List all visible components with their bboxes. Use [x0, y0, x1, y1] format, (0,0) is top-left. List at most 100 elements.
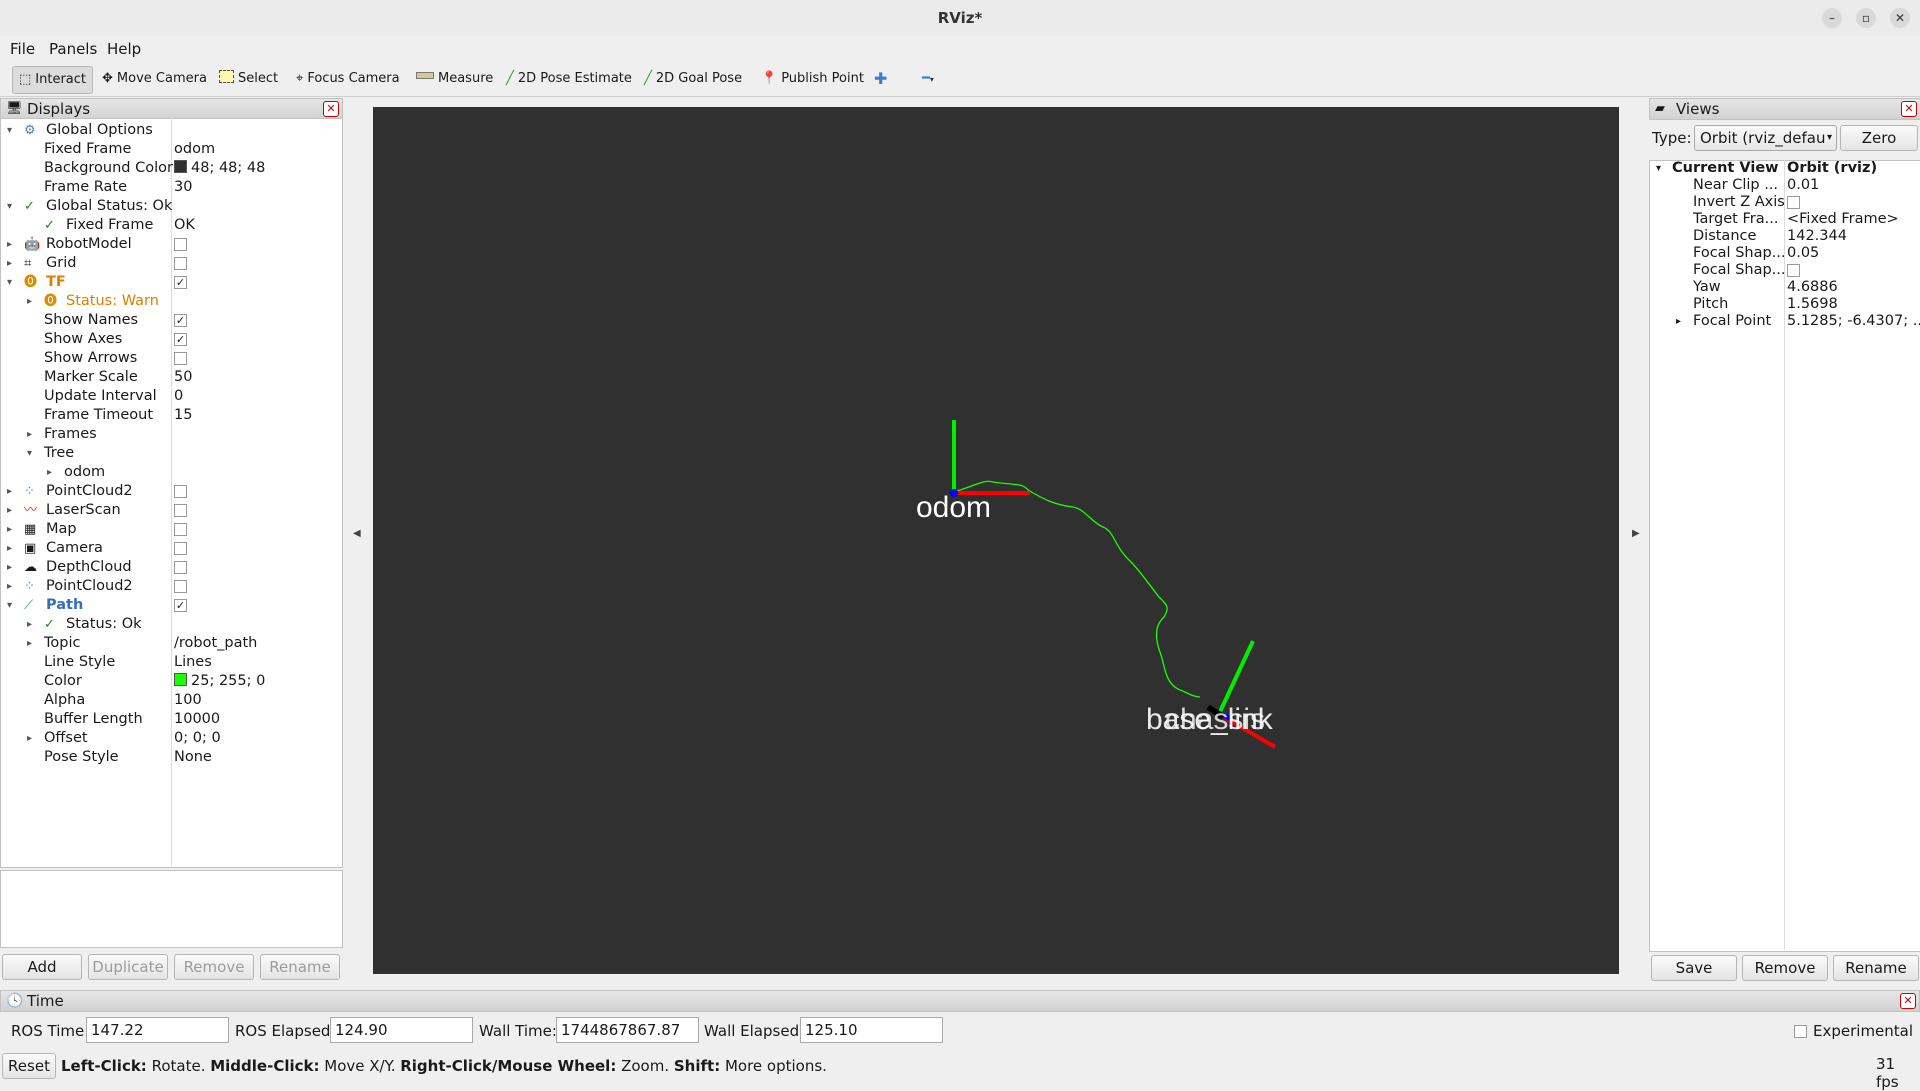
tree-row-grid[interactable]: ▸ ⌗ Grid [0, 254, 341, 273]
expand-arrow-icon[interactable]: ▸ [27, 634, 32, 653]
collapse-arrow-icon[interactable]: ▾ [27, 444, 32, 463]
minimize-button[interactable]: – [1822, 8, 1842, 28]
row-value[interactable]: 0.05 [1787, 245, 1819, 262]
maximize-button[interactable]: ▫ [1856, 8, 1876, 28]
view-type-select[interactable]: Orbit (rviz_defau ▾ [1694, 125, 1837, 151]
view-prop-row[interactable]: Distance 142.344 [1650, 228, 1918, 245]
rename-view-button[interactable]: Rename [1833, 955, 1919, 981]
collapse-arrow-icon[interactable]: ▾ [7, 273, 12, 292]
enable-checkbox[interactable]: ✓ [174, 599, 187, 612]
view-prop-row[interactable]: Target Fra... <Fixed Frame> [1650, 211, 1918, 228]
collapse-arrow-icon[interactable]: ▾ [7, 121, 12, 140]
tree-row-update-interval[interactable]: Update Interval 0 [0, 387, 341, 406]
row-value[interactable]: 1.5698 [1787, 296, 1838, 313]
current-view-row[interactable]: ▾ Current View Orbit (rviz) [1650, 160, 1918, 177]
invert-z-checkbox[interactable] [1787, 196, 1800, 209]
focal-shape-checkbox[interactable] [1787, 264, 1800, 277]
enable-checkbox[interactable] [174, 257, 187, 270]
wall-elapsed-field[interactable]: 125.10 [800, 1017, 943, 1043]
menu-panels[interactable]: Panels [49, 40, 97, 58]
tree-row-topic[interactable]: ▸ Topic /robot_path [0, 634, 341, 653]
tree-row-tf-status[interactable]: ▸ ⓿ Status: Warn [0, 292, 341, 311]
goal-pose-tool[interactable]: ╱ 2D Goal Pose [638, 66, 748, 92]
close-icon[interactable]: ✕ [1900, 993, 1916, 1009]
expand-arrow-icon[interactable]: ▸ [7, 254, 12, 273]
row-value[interactable]: 142.344 [1787, 228, 1847, 245]
row-value[interactable]: /robot_path [174, 634, 257, 653]
enable-checkbox[interactable] [174, 504, 187, 517]
view-prop-row[interactable]: Pitch 1.5698 [1650, 296, 1918, 313]
row-value[interactable]: 5.1285; -6.4307; ... [1787, 313, 1920, 330]
save-view-button[interactable]: Save [1651, 955, 1737, 981]
wall-time-field[interactable]: 1744867867.87 [556, 1017, 699, 1043]
expand-arrow-icon[interactable]: ▸ [7, 501, 12, 520]
tree-row-marker-scale[interactable]: Marker Scale 50 [0, 368, 341, 387]
row-value[interactable]: 0; 0; 0 [174, 729, 221, 748]
tree-row-depthcloud[interactable]: ▸ ☁ DepthCloud [0, 558, 341, 577]
tree-row-tree[interactable]: ▾ Tree [0, 444, 341, 463]
row-value[interactable]: odom [174, 140, 215, 159]
expand-arrow-icon[interactable]: ▸ [7, 577, 12, 596]
row-value[interactable]: Lines [174, 653, 212, 672]
close-icon[interactable]: ✕ [323, 101, 339, 117]
view-prop-row[interactable]: Focal Shap... [1650, 262, 1918, 279]
tree-row-path-status[interactable]: ▸ ✓ Status: Ok [0, 615, 341, 634]
zero-button[interactable]: Zero [1840, 125, 1918, 151]
tree-row-laserscan[interactable]: ▸ 〰 LaserScan [0, 501, 341, 520]
expand-arrow-icon[interactable]: ▸ [7, 539, 12, 558]
expand-arrow-icon[interactable]: ▸ [27, 615, 32, 634]
enable-checkbox[interactable] [174, 580, 187, 593]
tree-row-pointcloud2[interactable]: ▸ ⁘ PointCloud2 [0, 482, 341, 501]
row-value[interactable]: 10000 [174, 710, 220, 729]
tree-row-odom[interactable]: ▸ odom [0, 463, 341, 482]
expand-arrow-icon[interactable]: ▸ [1676, 313, 1681, 330]
enable-checkbox[interactable] [174, 485, 187, 498]
tree-row-path[interactable]: ▾ ⟋ Path ✓ [0, 596, 341, 615]
duplicate-display-button[interactable]: Duplicate [88, 954, 168, 980]
row-value[interactable]: 25; 255; 0 [174, 672, 265, 691]
menu-file[interactable]: File [10, 40, 35, 58]
select-tool[interactable]: Select [213, 66, 284, 92]
row-value[interactable]: 0 [174, 387, 183, 406]
tree-row-color[interactable]: Color 25; 255; 0 [0, 672, 341, 691]
row-value[interactable]: 0.01 [1787, 177, 1819, 194]
move-camera-tool[interactable]: ✥ Move Camera [96, 66, 213, 92]
tree-row-show-arrows[interactable]: Show Arrows [0, 349, 341, 368]
reset-button[interactable]: Reset [2, 1053, 56, 1079]
tree-row-pointcloud2-b[interactable]: ▸ ⁘ PointCloud2 [0, 577, 341, 596]
interact-tool[interactable]: ⬚ Interact [12, 66, 94, 94]
remove-view-button[interactable]: Remove [1742, 955, 1828, 981]
tree-row-pose-style[interactable]: Pose Style None [0, 748, 341, 767]
tree-row-fixed-frame-status[interactable]: ✓ Fixed Frame OK [0, 216, 341, 235]
enable-checkbox[interactable] [174, 238, 187, 251]
measure-tool[interactable]: Measure [410, 66, 499, 92]
tree-row-map[interactable]: ▸ ▦ Map [0, 520, 341, 539]
row-value[interactable]: 30 [174, 178, 192, 197]
tree-row-tf[interactable]: ▾ ⓿ TF ✓ [0, 273, 341, 292]
menu-help[interactable]: Help [107, 40, 141, 58]
row-value[interactable]: 15 [174, 406, 192, 425]
collapse-arrow-icon[interactable]: ▾ [1656, 160, 1661, 177]
show-axes-checkbox[interactable]: ✓ [174, 333, 187, 346]
tree-row-alpha[interactable]: Alpha 100 [0, 691, 341, 710]
row-value[interactable]: 4.6886 [1787, 279, 1838, 296]
expand-arrow-icon[interactable]: ▸ [27, 729, 32, 748]
add-display-button[interactable]: Add [2, 954, 82, 980]
tree-row-background-color[interactable]: Background Color 48; 48; 48 [0, 159, 341, 178]
tree-row-global-options[interactable]: ▾ ⚙ Global Options [0, 121, 341, 140]
ros-time-field[interactable]: 147.22 [86, 1017, 229, 1043]
tree-row-global-status[interactable]: ▾ ✓ Global Status: Ok [0, 197, 341, 216]
ros-elapsed-field[interactable]: 124.90 [330, 1017, 473, 1043]
expand-arrow-icon[interactable]: ▸ [27, 425, 32, 444]
enable-checkbox[interactable]: ✓ [174, 276, 187, 289]
tree-row-show-axes[interactable]: Show Axes ✓ [0, 330, 341, 349]
tree-row-robotmodel[interactable]: ▸ 🤖 RobotModel [0, 235, 341, 254]
row-value[interactable]: 50 [174, 368, 192, 387]
tree-row-frame-timeout[interactable]: Frame Timeout 15 [0, 406, 341, 425]
expand-arrow-icon[interactable]: ▸ [7, 235, 12, 254]
row-value[interactable]: None [174, 748, 212, 767]
enable-checkbox[interactable] [174, 542, 187, 555]
row-value[interactable]: 100 [174, 691, 202, 710]
collapse-arrow-icon[interactable]: ▾ [7, 197, 12, 216]
row-value[interactable]: <Fixed Frame> [1787, 211, 1899, 228]
